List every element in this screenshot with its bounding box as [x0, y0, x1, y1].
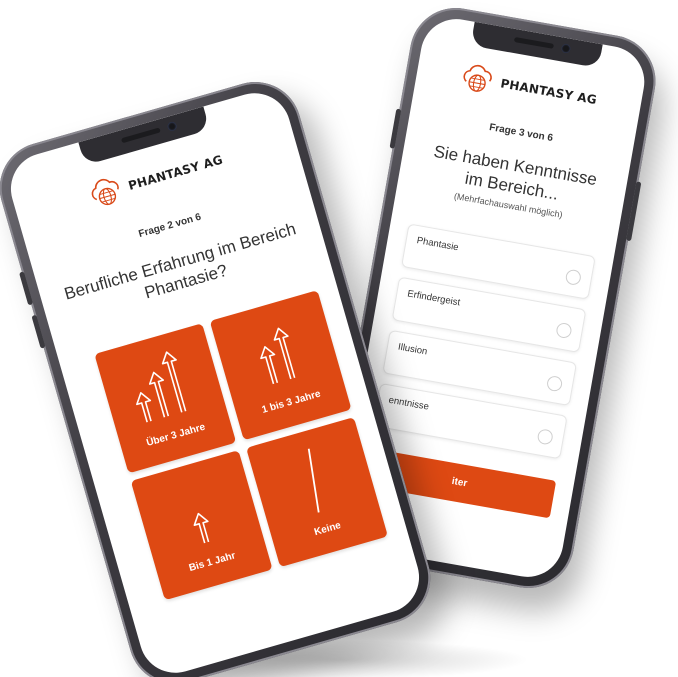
- three-arrows-up-icon: [136, 351, 187, 423]
- mockup-stage: PHANTASY AG Frage 3 von 6 Sie haben Kenn…: [0, 0, 678, 677]
- camera: [560, 43, 572, 54]
- option-label: Phantasie: [415, 235, 460, 254]
- brand-header: PHANTASY AG: [415, 53, 643, 124]
- one-arrow-up-icon: [193, 512, 210, 544]
- speaker: [120, 127, 161, 144]
- answer-options: Phantasie Erfindergeist Illusion enntnis…: [371, 223, 596, 469]
- answer-tiles: Über 3 Jahre 1 bis 3 Jahre Bis 1 Jahr Ke…: [94, 290, 388, 601]
- option-label: enntnisse: [387, 394, 430, 413]
- front-phone-screen: PHANTASY AG Frage 2 von 6 Berufliche Erf…: [2, 84, 428, 677]
- brand-name: PHANTASY AG: [126, 152, 225, 193]
- radio-circle-icon[interactable]: [555, 321, 573, 340]
- speaker: [513, 36, 555, 49]
- tile-over-3-years[interactable]: Über 3 Jahre: [94, 323, 237, 474]
- phantasy-logo-icon: [91, 178, 120, 206]
- two-arrows-up-icon: [260, 327, 296, 385]
- tile-none[interactable]: Keine: [246, 417, 388, 568]
- tile-up-to-1-year[interactable]: Bis 1 Jahr: [130, 450, 273, 601]
- option-label: Illusion: [397, 341, 429, 358]
- brand-name: PHANTASY AG: [499, 76, 598, 108]
- radio-circle-icon[interactable]: [545, 374, 564, 393]
- phantasy-logo-icon: [463, 64, 493, 92]
- radio-circle-icon[interactable]: [564, 268, 583, 286]
- tile-1-to-3-years[interactable]: 1 bis 3 Jahre: [209, 290, 352, 441]
- slash-line-icon: [307, 448, 320, 513]
- camera: [166, 120, 178, 132]
- option-label: Erfindergeist: [406, 288, 461, 309]
- radio-circle-icon[interactable]: [536, 428, 554, 446]
